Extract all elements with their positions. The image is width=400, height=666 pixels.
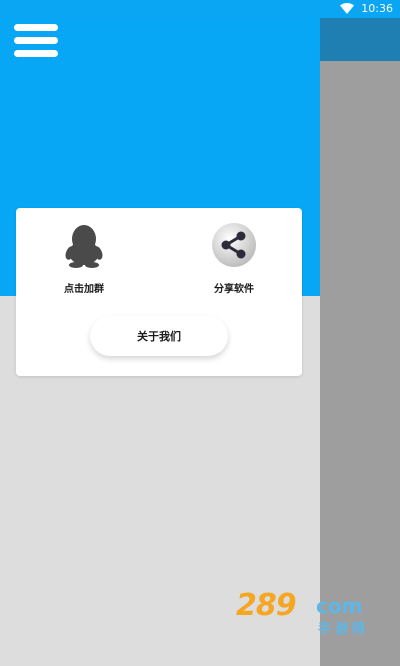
- menu-bar-bottom: [14, 50, 58, 57]
- share-app-button[interactable]: 分享软件: [189, 222, 279, 302]
- watermark-logo: 289 com 手游网: [236, 588, 382, 637]
- qq-penguin-icon: [65, 225, 103, 268]
- menu-bar-middle: [14, 37, 58, 44]
- action-card: 点击加群 分享软件 关于我们: [16, 208, 302, 376]
- share-icon: [212, 223, 256, 267]
- status-bar: 10:36: [0, 0, 400, 18]
- side-drawer[interactable]: [320, 18, 400, 666]
- watermark-digits: 289: [236, 588, 297, 623]
- watermark-subtitle: 手游网: [318, 622, 370, 637]
- wifi-icon: [340, 3, 354, 14]
- join-group-label: 点击加群: [64, 284, 104, 295]
- side-drawer-header: [320, 18, 400, 61]
- join-group-button[interactable]: 点击加群: [39, 222, 129, 302]
- share-app-label: 分享软件: [214, 284, 254, 295]
- status-time: 10:36: [361, 2, 393, 15]
- menu-bar-top: [14, 24, 58, 31]
- hamburger-menu-icon[interactable]: [14, 24, 58, 58]
- about-us-button[interactable]: 关于我们: [90, 316, 228, 356]
- watermark-domain: com: [316, 594, 363, 618]
